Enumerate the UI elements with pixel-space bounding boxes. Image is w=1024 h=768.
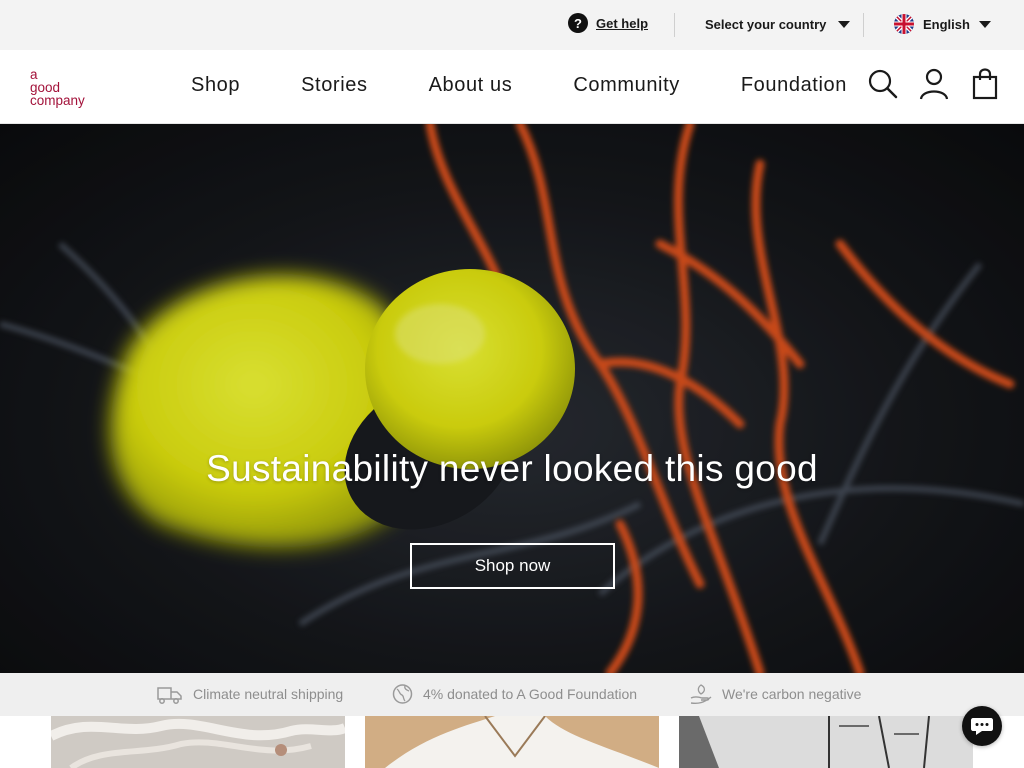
question-circle-icon: ? xyxy=(568,13,588,33)
logo[interactable]: a good company xyxy=(30,68,85,108)
usp-item: We're carbon negative xyxy=(690,683,861,705)
hero-image xyxy=(0,124,1024,673)
chat-bubble-icon xyxy=(971,718,993,735)
nav-item-community[interactable]: Community xyxy=(573,74,680,97)
product-image xyxy=(679,716,973,768)
main-navigation: a good company Shop Stories About us Com… xyxy=(0,50,1024,124)
usp-bar: Climate neutral shipping 4% donated to A… xyxy=(0,673,1024,716)
utility-bar: ? Get help Select your country English xyxy=(0,0,1024,50)
search-icon[interactable] xyxy=(868,68,898,100)
nav-links: Shop Stories About us Community Foundati… xyxy=(191,74,908,97)
usp-item: 4% donated to A Good Foundation xyxy=(392,683,637,705)
usp-label: 4% donated to A Good Foundation xyxy=(423,686,638,702)
usp-item: Climate neutral shipping xyxy=(156,683,343,705)
globe-icon xyxy=(392,684,413,704)
uk-flag-icon xyxy=(894,14,914,34)
account-icon[interactable] xyxy=(919,68,949,100)
usp-label: Climate neutral shipping xyxy=(193,686,344,702)
product-tile[interactable] xyxy=(679,716,973,768)
hero-title: Sustainability never looked this good xyxy=(206,448,818,489)
truck-icon xyxy=(157,687,182,704)
country-selector-label: Select your country xyxy=(705,17,827,32)
product-tile[interactable] xyxy=(365,716,659,768)
country-selector[interactable]: Select your country xyxy=(705,17,851,32)
nav-item-stories[interactable]: Stories xyxy=(301,74,367,97)
product-image xyxy=(365,716,659,768)
divider xyxy=(674,13,675,37)
nav-item-shop[interactable]: Shop xyxy=(191,74,240,97)
chat-button[interactable] xyxy=(962,706,1002,746)
language-label: English xyxy=(923,16,970,32)
hand-leaf-icon xyxy=(690,684,712,705)
hero-banner: Sustainability never looked this good Sh… xyxy=(0,124,1024,673)
divider xyxy=(863,13,864,37)
get-help-label[interactable]: Get help xyxy=(596,16,648,31)
product-tile[interactable] xyxy=(51,716,345,768)
shop-now-button[interactable]: Shop now xyxy=(410,543,615,589)
chevron-down-icon xyxy=(838,21,851,28)
product-image xyxy=(51,716,345,768)
chevron-down-icon xyxy=(978,20,991,28)
logo-line: company xyxy=(30,93,85,108)
nav-icons xyxy=(868,68,1000,100)
usp-label: We're carbon negative xyxy=(722,686,862,702)
nav-item-about-us[interactable]: About us xyxy=(429,74,513,97)
nav-item-foundation[interactable]: Foundation xyxy=(741,74,847,97)
bag-icon[interactable] xyxy=(970,68,1000,100)
language-selector[interactable]: English xyxy=(894,14,991,34)
get-help-link[interactable]: ? Get help xyxy=(568,13,648,33)
